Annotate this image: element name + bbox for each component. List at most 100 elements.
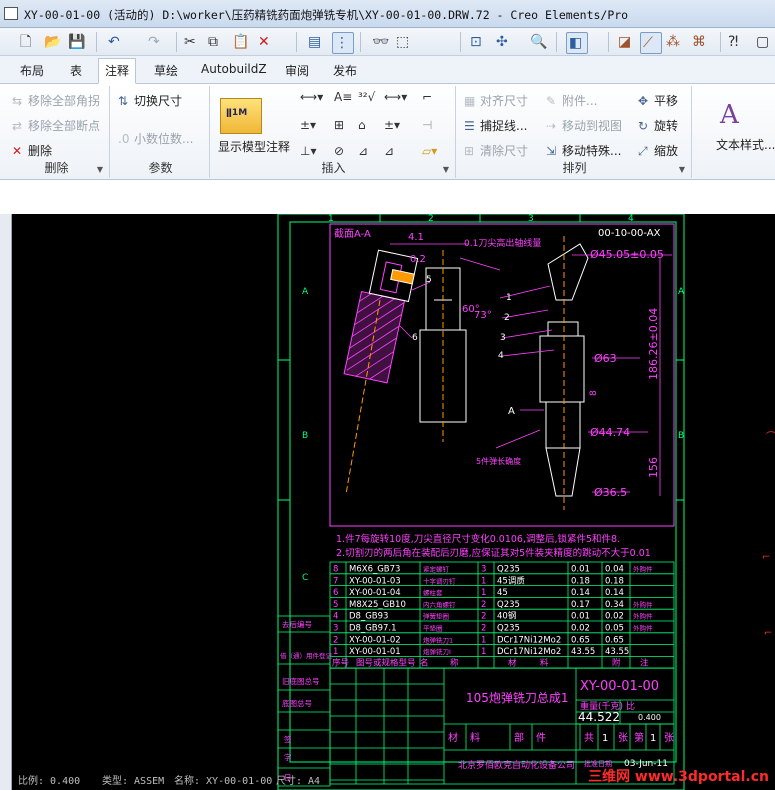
- break-icon[interactable]: ⊣: [422, 118, 432, 132]
- cut-icon[interactable]: ✂: [182, 32, 202, 52]
- tab-publish[interactable]: 发布: [333, 62, 357, 79]
- balloon-1: 1: [506, 293, 512, 303]
- attach-button[interactable]: ✎ 附件...: [546, 92, 597, 109]
- open-icon[interactable]: 📂: [42, 32, 62, 52]
- arrange-group-label: 排列: [562, 161, 587, 175]
- spring-note: 5件弹长确度: [476, 456, 521, 466]
- left-label-3: 旧底图总号: [282, 676, 320, 686]
- jog-icon[interactable]: ⌐: [422, 90, 432, 104]
- chevron-down-icon[interactable]: ▼: [679, 165, 685, 174]
- sheet-cell-7: 张: [618, 732, 628, 744]
- bom-cell: 外购件: [633, 624, 653, 633]
- chevron-down-icon[interactable]: ▼: [97, 165, 103, 174]
- redo-icon[interactable]: ↷: [146, 32, 166, 52]
- bom-cell: D8_GB97.1: [349, 624, 397, 634]
- remove-all-jogs-button[interactable]: ⇆ 移除全部角拐: [12, 92, 100, 109]
- svg-text:⌒: ⌒: [766, 431, 775, 443]
- drawing-canvas[interactable]: A B C A B 1 2 3 4 截面A-A 00-10-00-AX 4.1 …: [0, 214, 775, 790]
- bom-header-cell: 材: [508, 658, 517, 669]
- tab-autobuildz[interactable]: AutobuildZ: [201, 62, 267, 76]
- status-type: 类型: ASSEM: [102, 776, 165, 787]
- text-style-icon[interactable]: A: [720, 100, 739, 130]
- app-icon[interactable]: [4, 7, 18, 20]
- symbol-icon[interactable]: ⌂: [358, 118, 366, 132]
- align-dimensions-button[interactable]: ▦ 对齐尺寸: [464, 92, 528, 109]
- tab-table[interactable]: 表: [70, 62, 82, 79]
- zoom-icon[interactable]: 🔍: [528, 32, 548, 52]
- refit-icon[interactable]: ⊡: [468, 32, 488, 52]
- datum-dim-icon[interactable]: ⟷▾: [384, 90, 407, 104]
- surface-finish-icon[interactable]: ³²√: [358, 90, 375, 104]
- left-label-2: 借（通）用件登记: [280, 651, 333, 660]
- left-collapse-bar[interactable]: [0, 214, 12, 790]
- save-icon[interactable]: 💾: [66, 32, 86, 52]
- model-tree-icon[interactable]: ⋮: [332, 32, 354, 54]
- bom-cell: 3: [333, 624, 338, 634]
- ordinate-icon[interactable]: ±▾: [300, 118, 316, 132]
- paste-icon[interactable]: 📋: [230, 32, 250, 52]
- datum-plane-icon[interactable]: ◪: [616, 32, 636, 52]
- delete-button[interactable]: ✕ 删除: [12, 142, 52, 159]
- dim-dia-45: Ø45.05±0.05: [590, 248, 664, 261]
- bom-cell: 8: [333, 565, 338, 575]
- dim-186: 186.26±0.04: [647, 308, 660, 380]
- reference-dim-icon[interactable]: ±▾: [384, 118, 400, 132]
- datum-point-icon[interactable]: ⁂: [664, 32, 684, 52]
- delete-icon[interactable]: ✕: [256, 32, 276, 52]
- new-icon[interactable]: 🗋: [18, 32, 38, 52]
- hatch-icon[interactable]: ▱▾: [422, 144, 437, 158]
- window-icon[interactable]: ▢: [754, 32, 774, 52]
- display-style-icon[interactable]: ◧: [566, 32, 588, 54]
- toggle-dimension-button[interactable]: ⇅ 切换尺寸: [118, 92, 182, 109]
- watermark: 三维网 www.3dportal.cn: [588, 769, 769, 785]
- balloon-icon[interactable]: ⊘: [334, 144, 344, 158]
- weld-icon[interactable]: ⊿: [358, 144, 368, 158]
- balloon-5: 5: [426, 275, 432, 285]
- note-icon[interactable]: A≡: [334, 90, 352, 104]
- left-label-6: 字: [284, 752, 292, 762]
- chevron-down-icon[interactable]: ▼: [443, 165, 449, 174]
- company-name: 北京罗佰欧克自动化设备公司: [458, 759, 575, 771]
- dimension-icon[interactable]: ⟷▾: [300, 90, 323, 104]
- section-view: [343, 249, 419, 384]
- weight-value: 44.522: [578, 710, 620, 724]
- bom-cell: DCr17Ni12Mo2: [497, 647, 561, 657]
- bom-header-cell: 称: [450, 658, 459, 669]
- rotate-button[interactable]: ↻ 旋转: [638, 117, 678, 134]
- arrange-group: ▦ 对齐尺寸 ✎ 附件... ✥ 平移 ☰ 捕捉线... ⇢ 移动到视图 ↻ 旋转 ⊞ 清除尺…: [458, 86, 692, 178]
- zone-row-a-right: A: [678, 287, 685, 297]
- binoculars-icon[interactable]: 👓: [370, 32, 390, 52]
- tab-review[interactable]: 审阅: [285, 62, 309, 79]
- gtol-icon[interactable]: ⊞: [334, 118, 344, 132]
- snap-line-button[interactable]: ☰ 捕捉线...: [464, 117, 527, 134]
- repaint-icon[interactable]: ✣: [494, 32, 514, 52]
- help-icon[interactable]: ⁈: [726, 32, 746, 52]
- copy-icon[interactable]: ⧉: [206, 32, 226, 52]
- undo-icon[interactable]: ↶: [106, 32, 126, 52]
- decimal-places-button[interactable]: .0 小数位数...: [118, 130, 193, 147]
- show-model-annotations-button[interactable]: 显示模型注释: [218, 138, 290, 155]
- bom-cell: 40钢: [497, 611, 516, 622]
- cleanup-dimensions-button[interactable]: ⊞ 清除尺寸: [464, 142, 528, 159]
- left-label-4: 底图总号: [282, 698, 312, 708]
- dim-tip-height: 0.1刀尖高出轴线量: [464, 237, 541, 249]
- layers-icon[interactable]: ▤: [306, 32, 326, 52]
- text-style-button[interactable]: 文本样式...: [716, 136, 775, 153]
- remove-all-breaks-button[interactable]: ⇄ 移除全部断点: [12, 117, 100, 134]
- bom-cell: 45: [497, 588, 508, 598]
- datum-target-icon[interactable]: ⊥▾: [300, 144, 316, 158]
- tab-layout[interactable]: 布局: [20, 62, 44, 79]
- tab-annotate[interactable]: 注释: [98, 58, 137, 84]
- translate-button[interactable]: ✥ 平移: [638, 92, 678, 109]
- move-special-button[interactable]: ⇲ 移动特殊...: [546, 142, 621, 159]
- delete-group: ⇆ 移除全部角拐 ⇄ 移除全部断点 ✕ 删除 删除 ▼: [4, 86, 110, 178]
- csys-icon[interactable]: ⌘: [690, 32, 710, 52]
- datum-axis-icon[interactable]: ⟋: [640, 32, 662, 54]
- scale-button[interactable]: ⤢ 缩放: [638, 142, 678, 159]
- cosmetic-icon[interactable]: ⊿: [384, 144, 394, 158]
- bom-header-cell: 附: [612, 658, 621, 669]
- move-to-view-button[interactable]: ⇢ 移动到视图: [546, 117, 622, 134]
- tab-sketch[interactable]: 草绘: [154, 62, 178, 79]
- bom-cell: 平垫圈: [423, 624, 443, 633]
- select-box-icon[interactable]: ⬚: [394, 32, 414, 52]
